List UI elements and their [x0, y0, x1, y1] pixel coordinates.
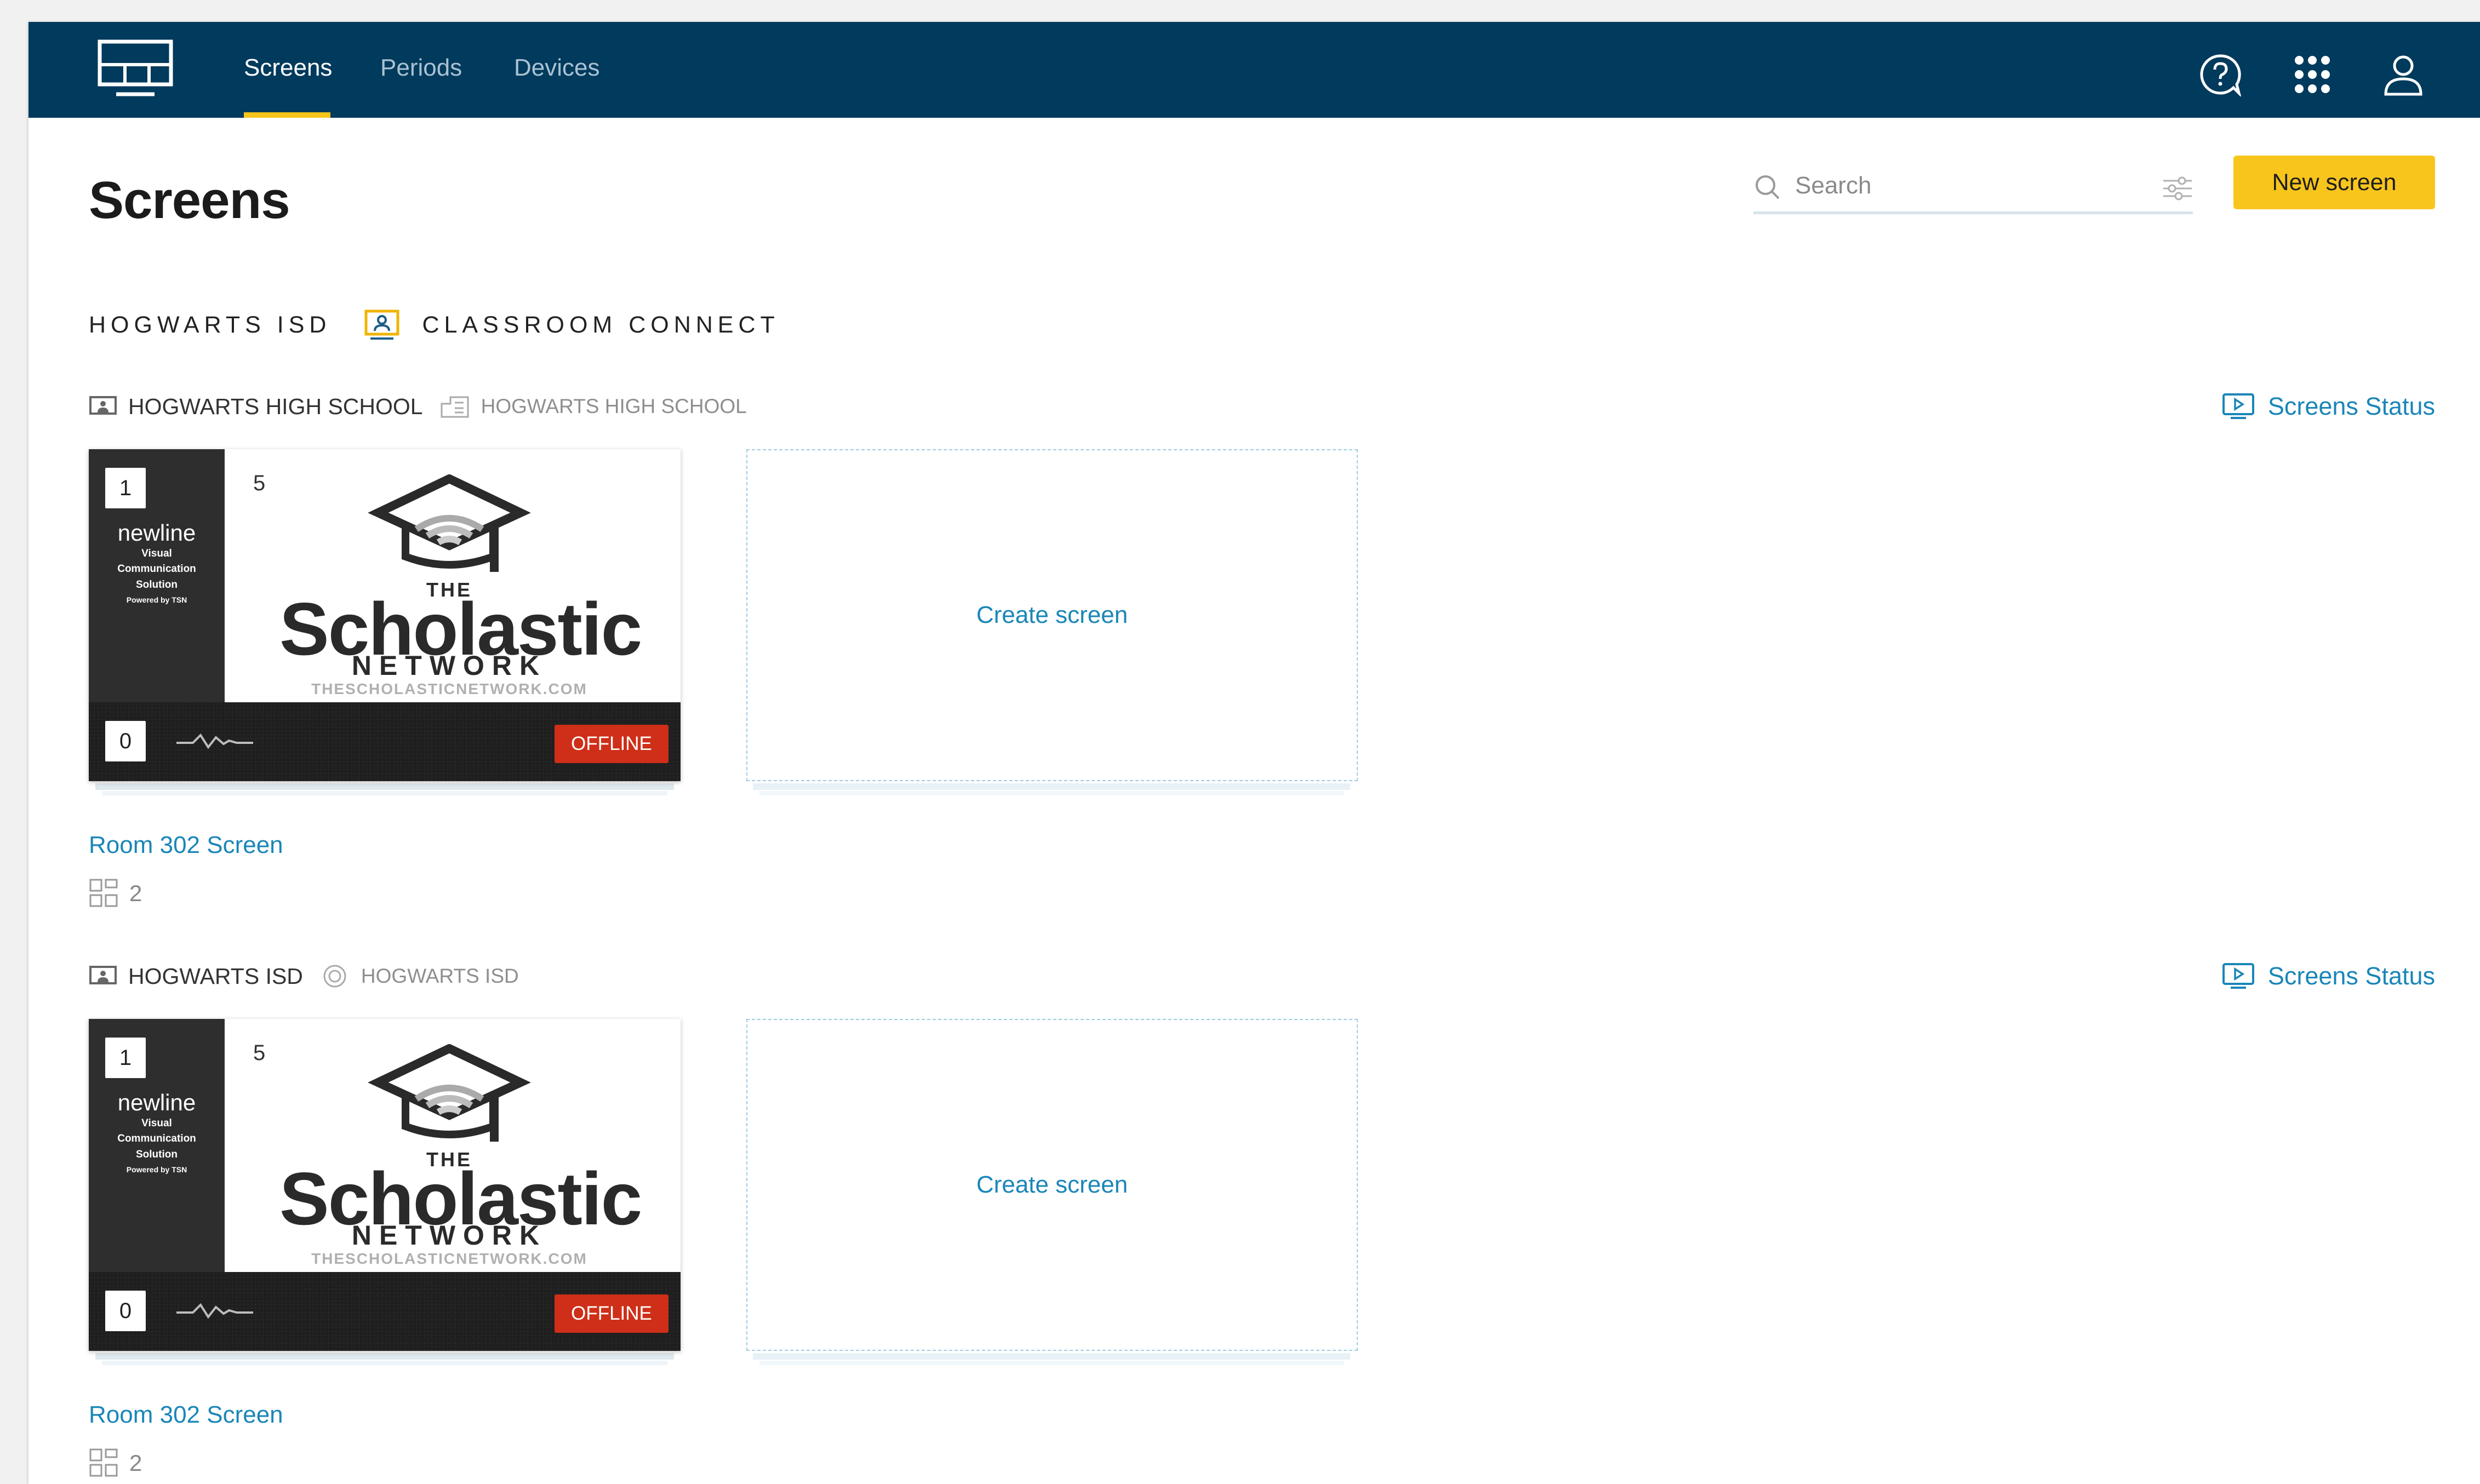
logo-url: THESCHOLASTICNETWORK.COM [311, 1250, 587, 1267]
screens-status-label: Screens Status [2267, 962, 2435, 990]
create-screen-card[interactable]: Create screen [746, 449, 1358, 781]
screen-thumbnail: 5 THE Scholastic NETWORK THESCHOLASTICNE… [225, 1019, 681, 1272]
create-screen-label: Create screen [976, 601, 1128, 628]
brand-line-3: Solution [136, 578, 178, 591]
create-screen-label: Create screen [976, 1171, 1128, 1198]
apps-grid-icon[interactable] [2290, 53, 2334, 96]
classroom-icon [89, 966, 117, 984]
activity-pulse-icon [176, 1303, 253, 1319]
screen-number-badge: 1 [105, 468, 146, 508]
layouts-count-value: 2 [129, 880, 142, 906]
tab-periods[interactable]: Periods [380, 54, 462, 118]
screen-play-icon [2222, 963, 2254, 989]
help-icon[interactable] [2198, 53, 2242, 96]
product-name: CLASSROOM CONNECT [422, 311, 780, 338]
create-card-shadow [753, 783, 1350, 790]
create-screen-card[interactable]: Create screen [746, 1019, 1358, 1351]
screen-thumbnail: 5 THE Scholastic NETWORK THESCHOLASTICNE… [225, 449, 681, 702]
tab-periods-label: Periods [380, 54, 462, 81]
brand-panel: 1 newline Visual Communication Solution … [89, 1019, 225, 1272]
building-icon [441, 396, 469, 418]
offline-status-badge: OFFLINE [555, 725, 668, 763]
layout-grid-icon [89, 1448, 118, 1477]
layouts-count-value: 2 [129, 1450, 142, 1476]
screen-play-icon [2222, 393, 2254, 419]
layouts-count: 2 [89, 875, 142, 912]
brand-line-3: Solution [136, 1148, 178, 1160]
create-card-shadow [759, 791, 1344, 795]
screens-logo-icon[interactable] [96, 38, 174, 100]
layout-grid-icon [89, 879, 118, 907]
classroom-connect-icon [364, 310, 399, 340]
brand-line-2: Communication [117, 563, 196, 575]
brand-panel: 1 newline Visual Communication Solution … [89, 449, 225, 702]
section-header: HOGWARTS HIGH SCHOOL HOGWARTS HIGH SCHOO… [89, 390, 747, 423]
tab-screens-label: Screens [244, 54, 333, 81]
app-page: Screens Periods Devices Screens Search N… [28, 22, 2480, 1484]
screen-name-link[interactable]: Room 302 Screen [89, 1401, 283, 1429]
screens-status-label: Screens Status [2267, 392, 2435, 420]
graduation-cap-icon [368, 1044, 531, 1142]
screen-preview-card[interactable]: 1 newline Visual Communication Solution … [89, 1019, 681, 1351]
section-sub-location: HOGWARTS HIGH SCHOOL [481, 395, 747, 417]
brand-powered-by: Powered by TSN [126, 595, 187, 605]
card-stack-shadow [95, 1353, 674, 1360]
create-card-shadow [753, 1353, 1350, 1360]
brand-line-2: Communication [117, 1133, 196, 1145]
search-bar [1753, 159, 2193, 214]
logo-url: THESCHOLASTICNETWORK.COM [311, 680, 587, 697]
classroom-icon [89, 396, 117, 415]
offline-status-badge: OFFLINE [555, 1294, 668, 1333]
tab-screens[interactable]: Screens [244, 54, 333, 118]
new-screen-button[interactable]: New screen [2233, 156, 2435, 209]
screen-number-badge: 1 [105, 1038, 146, 1078]
create-card-shadow [759, 1361, 1344, 1365]
card-stack-shadow [102, 791, 667, 795]
section-location: HOGWARTS HIGH SCHOOL [128, 393, 423, 419]
page-title: Screens [89, 171, 290, 230]
location-section: HOGWARTS ISD HOGWARTS ISD Screens Status… [89, 960, 2435, 1477]
section-header: HOGWARTS ISD HOGWARTS ISD [89, 960, 519, 993]
scholastic-network-logo: THE Scholastic NETWORK THESCHOLASTICNETW… [279, 474, 642, 697]
section-location: HOGWARTS ISD [128, 963, 303, 989]
scholastic-network-logo: THE Scholastic NETWORK THESCHOLASTICNETW… [279, 1044, 642, 1267]
brand-line-1: Visual [141, 1118, 172, 1129]
screen-preview-card[interactable]: 1 newline Visual Communication Solution … [89, 449, 681, 781]
card-stack-shadow [102, 1361, 667, 1365]
user-icon[interactable] [2381, 53, 2425, 96]
organization-breadcrumb: HOGWARTS ISD CLASSROOM CONNECT [89, 306, 780, 344]
district-name: HOGWARTS ISD [89, 311, 332, 338]
search-input[interactable] [1794, 169, 2136, 203]
search-icon [1756, 175, 1780, 199]
layouts-count: 2 [89, 1445, 142, 1481]
brand-powered-by: Powered by TSN [126, 1165, 187, 1174]
logo-network: NETWORK [351, 1220, 547, 1251]
location-section: HOGWARTS HIGH SCHOOL HOGWARTS HIGH SCHOO… [89, 390, 2435, 907]
screens-status-link[interactable]: Screens Status [2222, 390, 2435, 423]
screen-name-link[interactable]: Room 302 Screen [89, 832, 283, 859]
top-nav-bar: Screens Periods Devices [28, 22, 2480, 118]
content-count: 5 [253, 1041, 266, 1065]
content-count: 5 [253, 471, 266, 495]
device-count-badge: 0 [105, 721, 146, 761]
brand-name: newline [117, 520, 196, 546]
activity-pulse-icon [176, 733, 253, 749]
newline-logo: newline Visual Communication Solution Po… [89, 1091, 225, 1174]
active-tab-indicator [244, 112, 330, 118]
district-target-icon [323, 965, 346, 988]
screens-status-link[interactable]: Screens Status [2222, 960, 2435, 993]
tab-devices-label: Devices [514, 54, 600, 81]
filter-sliders-icon[interactable] [2162, 174, 2193, 202]
device-count-badge: 0 [105, 1291, 146, 1331]
newline-logo: newline Visual Communication Solution Po… [89, 520, 225, 605]
brand-line-1: Visual [141, 548, 172, 559]
tab-devices[interactable]: Devices [514, 54, 600, 118]
graduation-cap-icon [368, 474, 531, 572]
logo-network: NETWORK [351, 650, 547, 681]
brand-name: newline [117, 1090, 196, 1115]
section-sub-location: HOGWARTS ISD [361, 965, 519, 987]
card-stack-shadow [95, 783, 674, 790]
